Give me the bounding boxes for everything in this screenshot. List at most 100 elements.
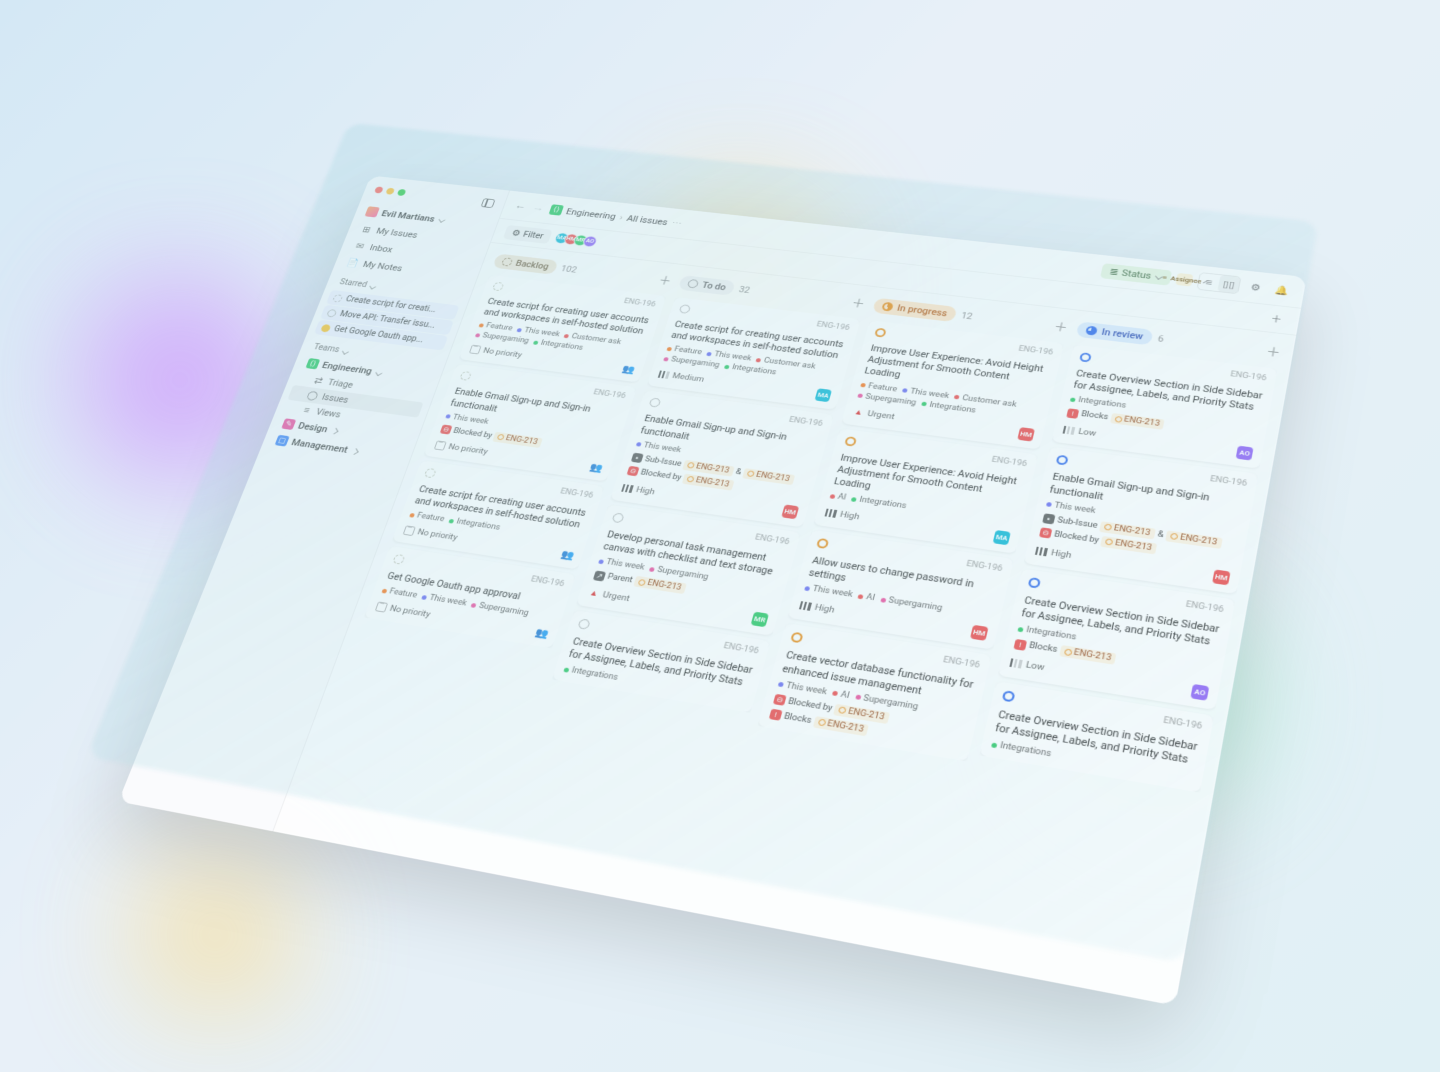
priority[interactable]: High [621, 483, 656, 497]
nav-back-button[interactable]: ← [513, 200, 528, 213]
more-icon[interactable]: ⋯ [670, 218, 683, 229]
tag[interactable]: Feature [666, 345, 703, 357]
tag[interactable]: Customer ask [755, 356, 816, 371]
add-card-button[interactable]: ＋ [850, 294, 867, 311]
tag-dot-icon [533, 340, 539, 344]
card-title: Create script for creating user accounts… [670, 316, 848, 362]
tag[interactable]: This week [444, 412, 489, 426]
starred-item[interactable]: Move API: Transfer issu... [320, 305, 454, 336]
nav-item-my-notes[interactable]: 📄 My Notes [340, 253, 474, 285]
sidebar-toggle-icon[interactable] [481, 198, 496, 208]
nav-forward-button[interactable]: → [531, 202, 546, 215]
column-status-pill[interactable]: To do [678, 275, 736, 296]
teams-section-label[interactable]: Teams [306, 336, 442, 370]
issue-card[interactable]: ENG-196 Create script for creating user … [459, 275, 667, 383]
priority[interactable]: No priority [434, 440, 489, 456]
card-footer: No priority 👥 [434, 438, 605, 474]
tag[interactable]: Integrations [448, 516, 501, 532]
column-status-pill[interactable]: Backlog [492, 253, 558, 274]
team-sub-triage[interactable]: ⇄ Triage [293, 370, 429, 402]
team-name: Design [296, 420, 329, 434]
minimize-window-icon[interactable] [385, 188, 395, 195]
team-sub-issues[interactable]: ◯ Issues [287, 385, 423, 418]
issue-card[interactable]: ENG-196 Enable Gmail Sign-up and Sign-in… [423, 364, 636, 481]
relation-label: Blocked by [640, 468, 683, 482]
issue-id: ENG-196 [649, 398, 824, 429]
status-icon [320, 324, 331, 333]
group-by-assignee[interactable]: ≡ Assignee [1175, 272, 1193, 286]
card-assignee-avatar[interactable]: MA [814, 389, 832, 403]
tag-dot-icon [706, 352, 712, 357]
team-name: Management [290, 437, 350, 455]
card-status-icon [459, 371, 472, 381]
avatar[interactable]: AO [582, 235, 599, 248]
board-view-button[interactable]: ▯▯ [1217, 275, 1240, 293]
team-sub-views[interactable]: ≡ Views [282, 400, 418, 433]
tag[interactable]: Supergaming [474, 331, 530, 345]
priority[interactable]: Medium [657, 370, 705, 385]
starred-item[interactable]: Get Google Oauth app... [314, 320, 448, 351]
group-by-status[interactable]: ≣ Status [1100, 263, 1172, 286]
tag-dot-icon [860, 383, 866, 388]
priority[interactable]: Urgent [852, 407, 895, 421]
tag-label: Integrations [731, 364, 777, 378]
avatar[interactable]: MA [553, 232, 570, 244]
tag-dot-icon [921, 402, 927, 407]
priority-icon [434, 440, 447, 450]
tag[interactable]: Integrations [723, 363, 777, 377]
maximize-window-icon[interactable] [397, 189, 407, 196]
starred-item[interactable]: Create script for creati... [326, 290, 460, 320]
list-view-button[interactable]: ≡ [1198, 273, 1221, 291]
tag[interactable]: Feature [860, 381, 898, 394]
relation-link[interactable]: ENG-213 [683, 460, 735, 477]
tag[interactable]: Customer ask [563, 332, 622, 347]
view-layout-toggle: ≡ ▯▯ [1196, 272, 1241, 294]
column-count: 32 [738, 284, 752, 295]
nav-icon: ✉ [353, 241, 367, 252]
column-status-pill[interactable]: In progress [872, 297, 957, 321]
tag-dot-icon [381, 588, 387, 593]
sub-icon: ≡ [299, 404, 314, 416]
team-item-design[interactable]: ✎ Design [275, 414, 412, 449]
chevron-icon [332, 428, 339, 434]
tag[interactable]: This week [516, 326, 561, 339]
filter-button[interactable]: ⚙ Filter [503, 225, 553, 244]
tag[interactable]: This week [706, 350, 752, 363]
breadcrumb-team[interactable]: Engineering [565, 206, 617, 221]
tag[interactable]: Supergaming [663, 355, 721, 370]
tag[interactable]: Supergaming [857, 391, 917, 407]
add-card-button[interactable]: ＋ [1052, 318, 1069, 336]
breadcrumb-view[interactable]: All issues [625, 213, 669, 227]
tag[interactable]: This week [902, 386, 950, 400]
tag[interactable]: This week [635, 440, 682, 454]
status-icon [881, 301, 894, 311]
list-icon: ≡ [1162, 273, 1168, 281]
priority-icon [657, 370, 670, 380]
team-item-engineering[interactable]: ⟨⟩ Engineering [299, 354, 435, 387]
nav-item-my-issues[interactable]: ⊞ My Issues [353, 220, 486, 251]
pair-icon[interactable]: 👥 [588, 461, 603, 473]
team-item-management[interactable]: ▢ Management [268, 431, 406, 467]
nav-item-inbox[interactable]: ✉ Inbox [346, 237, 479, 269]
assignee-filter-avatars[interactable]: MAHMMRAO [553, 232, 598, 248]
breadcrumb-separator: › [618, 212, 624, 222]
chevron-down-icon [342, 348, 349, 354]
relation-link[interactable]: ENG-213 [493, 432, 543, 448]
priority[interactable]: No priority [469, 345, 523, 360]
pair-icon[interactable]: 👥 [621, 364, 636, 376]
close-window-icon[interactable] [374, 186, 384, 193]
team-name: Engineering [321, 360, 374, 377]
starred-section-label[interactable]: Starred [332, 271, 466, 303]
issue-card[interactable]: ENG-196 Create script for creating user … [647, 297, 861, 410]
add-card-button[interactable]: ＋ [657, 272, 674, 289]
workspace-name: Evil Martians [380, 208, 436, 223]
priority[interactable]: No priority [403, 525, 459, 542]
tag[interactable]: Feature [408, 510, 445, 523]
avatar[interactable]: HM [563, 233, 580, 246]
tag[interactable]: Integrations [532, 339, 584, 353]
starred-label: Move API: Transfer issu... [338, 310, 436, 330]
priority-label: Urgent [866, 409, 895, 422]
workspace-switcher[interactable]: Evil Martians [360, 203, 492, 233]
avatar[interactable]: MR [572, 234, 589, 247]
tag[interactable]: Feature [478, 321, 514, 333]
